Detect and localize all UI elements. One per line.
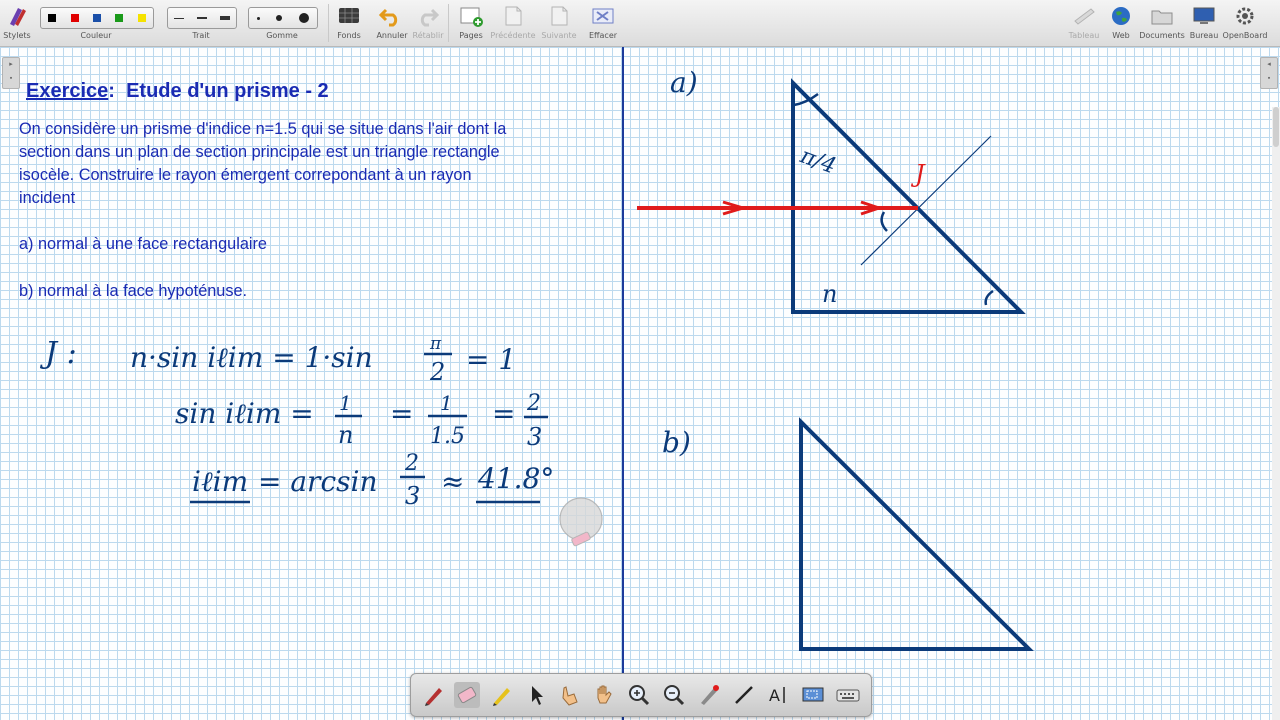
pages-label: Pages: [459, 31, 483, 40]
stylets-label: Stylets: [3, 31, 31, 40]
hw-eq3-frac-den: 3: [405, 482, 420, 510]
color-swatch-green[interactable]: [115, 14, 124, 22]
tableau-label: Tableau: [1068, 31, 1100, 40]
hw-eq1-frac-num: π: [429, 334, 442, 354]
hw-equation-2: sin iℓim =: [175, 397, 314, 430]
hw-eq1-frac-den: 2: [429, 358, 445, 386]
hw-eq3-mid: = arcsin: [258, 465, 377, 498]
desktop-icon[interactable]: [1191, 4, 1217, 28]
add-page-icon[interactable]: [458, 4, 484, 28]
hand-icon[interactable]: [591, 682, 617, 708]
laser-icon[interactable]: [696, 682, 722, 708]
openboard-label: OpenBoard: [1222, 31, 1268, 40]
openboard-settings-icon[interactable]: [1232, 4, 1258, 28]
hand-pointer-icon[interactable]: [556, 682, 582, 708]
retablir-label: Rétablir: [412, 31, 444, 40]
hw-ilim-label: iℓim: [192, 465, 248, 498]
fonds-label: Fonds: [337, 31, 361, 40]
precedente-label: Précédente: [490, 31, 536, 40]
web-label: Web: [1112, 31, 1130, 40]
stroke-thin-icon[interactable]: [174, 17, 185, 19]
diagram-a-label: a): [670, 66, 698, 99]
color-swatch-red[interactable]: [70, 14, 79, 22]
stroke-medium-icon[interactable]: [196, 17, 207, 19]
next-page-icon[interactable]: [546, 4, 572, 28]
hw-label-j: J :: [39, 336, 77, 371]
eraser-icon[interactable]: [454, 682, 480, 708]
keyboard-icon[interactable]: [835, 682, 861, 708]
clear-page-icon[interactable]: [590, 4, 616, 28]
marker-icon[interactable]: [489, 682, 515, 708]
pointer-icon[interactable]: [523, 682, 549, 708]
eraser-medium-icon[interactable]: [276, 15, 283, 21]
suivante-label: Suivante: [541, 31, 577, 40]
hw-eq2-f2-den: 1.5: [430, 424, 465, 449]
documents-label: Documents: [1139, 31, 1185, 40]
prism-a-triangle: [791, 78, 1026, 314]
color-picker[interactable]: [40, 7, 154, 29]
diagram-b-label: b): [662, 426, 691, 459]
eraser-large-icon[interactable]: [298, 13, 309, 23]
color-swatch-black[interactable]: [48, 14, 57, 22]
stroke-width-picker[interactable]: [167, 7, 237, 29]
incidence-angle-arc: [880, 211, 888, 232]
color-swatch-yellow[interactable]: [137, 14, 146, 22]
hw-eq3-frac-num: 2: [404, 451, 419, 476]
eraser-size-picker[interactable]: [248, 7, 318, 29]
point-j-label: J: [910, 160, 926, 188]
capture-icon[interactable]: [800, 682, 826, 708]
redo-icon[interactable]: [414, 4, 440, 28]
eraser-small-icon[interactable]: [257, 16, 261, 20]
hw-eq2-f1-num: 1: [339, 391, 352, 415]
gomme-label: Gomme: [266, 31, 298, 40]
effacer-label: Effacer: [588, 31, 618, 40]
text-icon[interactable]: A: [765, 682, 791, 708]
stylets-icon[interactable]: [4, 4, 30, 28]
prism-a-index-label: n: [822, 280, 837, 308]
color-swatch-blue[interactable]: [92, 14, 101, 22]
eraser-cursor: [559, 497, 603, 541]
web-icon[interactable]: [1108, 4, 1134, 28]
prism-a-base-angle-arc: [984, 289, 994, 306]
documents-icon[interactable]: [1149, 4, 1175, 28]
ink-layer: J : n·sin iℓim = 1·sin π 2 = 1 sin iℓim …: [39, 66, 1034, 651]
hw-eq3-approx: ≈: [441, 465, 464, 498]
hw-eq3-result: 41.8°: [477, 462, 554, 495]
trait-label: Trait: [192, 31, 210, 40]
undo-icon[interactable]: [378, 4, 404, 28]
hw-equation-1: n·sin iℓim = 1·sin: [130, 341, 373, 374]
couleur-label: Couleur: [80, 31, 112, 40]
pen-icon[interactable]: [421, 682, 447, 708]
zoom-in-icon[interactable]: [626, 682, 652, 708]
normal-line: [860, 135, 992, 266]
line-icon[interactable]: [731, 682, 757, 708]
hw-eq2-f2-num: 1: [440, 391, 453, 415]
bottom-tool-palette: A: [410, 673, 872, 717]
svg-text:A: A: [769, 686, 780, 705]
hw-eq2-f3-num: 2: [526, 391, 541, 416]
toolbar-separator: [448, 4, 449, 42]
zoom-out-icon[interactable]: [661, 682, 687, 708]
stroke-thick-icon[interactable]: [219, 16, 230, 20]
hw-eq2-f1-den: n: [338, 421, 353, 449]
hw-eq1-end: = 1: [466, 343, 516, 376]
board-page[interactable]: ▸ ▪ ◂ ▪ Exercice: Etude d'un prisme - 2 On…: [0, 47, 1280, 720]
prism-a-angle-label: π/4: [796, 143, 839, 179]
bureau-label: Bureau: [1189, 31, 1219, 40]
top-toolbar: Stylets Couleur Trait Gomme Fonds Annule…: [0, 0, 1280, 47]
hw-eq2-equals: =: [390, 397, 413, 430]
hw-eq2-equals: =: [492, 397, 515, 430]
annuler-label: Annuler: [376, 31, 408, 40]
previous-page-icon[interactable]: [500, 4, 526, 28]
background-icon[interactable]: [336, 4, 362, 28]
board-icon[interactable]: [1071, 4, 1097, 28]
hw-eq2-f3-den: 3: [527, 423, 542, 451]
toolbar-separator: [328, 4, 329, 42]
prism-b-triangle: [799, 417, 1034, 651]
